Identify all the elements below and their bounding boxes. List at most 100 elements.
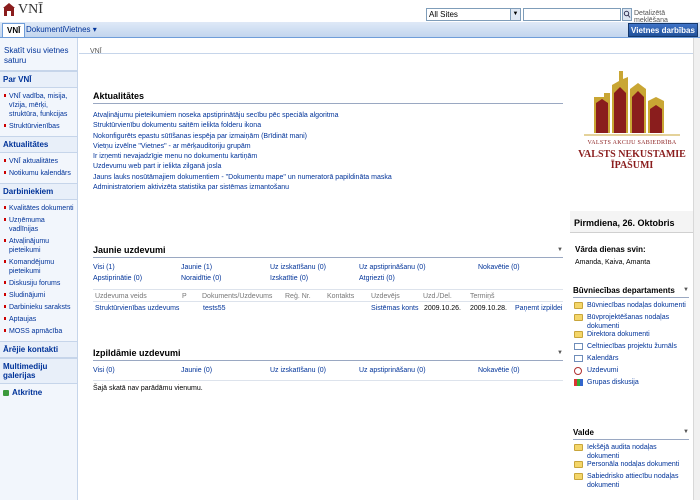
- chevron-down-icon[interactable]: ▼: [510, 9, 520, 20]
- list-item[interactable]: Jauns lauks nosūtāmajiem dokumentiem - "…: [93, 173, 563, 183]
- filter-review[interactable]: Uz izskatīšanu (0): [270, 264, 326, 271]
- list-item[interactable]: Uzdevumi: [573, 367, 689, 379]
- task-filters-row: Visi (1) Jaunie (1) Uz izskatīšanu (0) U…: [93, 264, 563, 275]
- nav-heading-media[interactable]: Multimediju galerijas: [0, 358, 77, 384]
- col-header[interactable]: Uzd./Del.: [423, 293, 452, 300]
- filter-review[interactable]: Uz izskatīšanu (0): [270, 367, 326, 374]
- department-links-title[interactable]: Būvniecības departaments ▼: [573, 286, 689, 298]
- nav-heading-about[interactable]: Par VNĪ: [0, 71, 77, 88]
- nav-item-trip-requests[interactable]: Komandējumu pieteikumi: [0, 257, 77, 278]
- new-tasks-title[interactable]: Jaunie uzdevumi ▼: [93, 245, 563, 258]
- folder-icon: [574, 314, 583, 321]
- department-links-webpart: Būvniecības departaments ▼ Būvniecības n…: [573, 286, 689, 391]
- view-all-content-link[interactable]: Skatīt visu vietnes saturu: [0, 38, 77, 71]
- list-item[interactable]: Celtniecības projektu žurnāls: [573, 343, 689, 355]
- list-item[interactable]: Direktora dokumenti: [573, 331, 689, 343]
- filter-rejected[interactable]: Noraidītie (0): [181, 275, 221, 282]
- task-type[interactable]: Struktūrvienības uzdevums: [95, 305, 179, 312]
- recycle-bin-link[interactable]: Atkritne: [0, 384, 77, 401]
- list-item-label: Kalendārs: [587, 355, 619, 362]
- list-item-label: Iekšējā audita nodaļas dokumenti: [587, 444, 657, 460]
- nav-item-vacation-requests[interactable]: Atvaļinājumu pieteikumi: [0, 236, 77, 257]
- filter-approved[interactable]: Apstiprinātie (0): [93, 275, 142, 282]
- list-item[interactable]: Atvaļinājumu pieteikumiem noseka apstipr…: [93, 111, 563, 121]
- recycle-bin-icon: [3, 390, 9, 396]
- company-name: VALSTS NEKUSTAMIE ĪPAŠUMI: [578, 149, 686, 171]
- nav-item-units[interactable]: Struktūrvienības: [0, 121, 77, 133]
- tab-sites[interactable]: Vietnes ▾: [60, 23, 101, 37]
- new-tasks-title-text: Jaunie uzdevumi: [93, 245, 166, 255]
- list-item[interactable]: Nokonfigurēts epastu sūtīšanas iespēja p…: [93, 132, 563, 142]
- nav-item-guidelines[interactable]: Uzņēmuma vadlīnijas: [0, 215, 77, 236]
- col-header[interactable]: Dokuments/Uzdevums: [202, 293, 272, 300]
- company-logo: VALSTS AKCIJU SABIEDRĪBA VALSTS NEKUSTAM…: [574, 63, 690, 188]
- col-header[interactable]: Kontakts: [327, 293, 354, 300]
- list-item[interactable]: Administratoriem aktivizēta statistika p…: [93, 183, 563, 193]
- search-input[interactable]: [523, 8, 621, 21]
- filter-reviewed[interactable]: Izskatītie (0): [270, 275, 308, 282]
- nav-item-label: Notikumu kalendārs: [9, 170, 71, 177]
- filter-overdue[interactable]: Nokavētie (0): [478, 367, 520, 374]
- webpart-menu-icon[interactable]: ▼: [683, 287, 689, 293]
- nav-heading-employees[interactable]: Darbiniekiem: [0, 183, 77, 200]
- list-item[interactable]: Grupas diskusija: [573, 379, 689, 391]
- filter-new[interactable]: Jaunie (1): [181, 264, 212, 271]
- nav-heading-contacts[interactable]: Ārējie kontakti: [0, 341, 77, 358]
- board-links-title[interactable]: Valde ▼: [573, 428, 689, 440]
- clock-icon: [574, 367, 582, 375]
- filter-overdue[interactable]: Nokavētie (0): [478, 264, 520, 271]
- date-box: Pirmdiena, 26. Oktobris: [570, 211, 694, 233]
- nav-item-staff-list[interactable]: Darbinieku saraksts: [0, 302, 77, 314]
- nav-item-moss-training[interactable]: MOSS apmācība: [0, 326, 77, 338]
- search-icon: [623, 10, 631, 18]
- list-item[interactable]: Būvprojektēšanas nodaļas dokumenti: [573, 314, 689, 331]
- nav-heading-news[interactable]: Aktualitātes: [0, 136, 77, 153]
- nav-item-events-calendar[interactable]: Notikumu kalendārs: [0, 168, 77, 180]
- list-item[interactable]: Uzdevumu web part ir ielikta zilganā jos…: [93, 162, 563, 172]
- col-header[interactable]: Uzdevuma veids: [95, 293, 147, 300]
- take-task-link[interactable]: Paņemt izpildei: [515, 305, 562, 312]
- nav-item-vni-news[interactable]: VNĪ aktualitātes: [0, 156, 77, 168]
- vertical-scrollbar[interactable]: [693, 38, 700, 500]
- announcements-title[interactable]: Aktualitātes: [93, 91, 563, 104]
- task-document[interactable]: tests55: [203, 305, 226, 312]
- task-assigner[interactable]: Sistēmas konts: [371, 305, 418, 312]
- nav-item-management[interactable]: VNĪ vadība, misija, vīzija, mērķi, struk…: [0, 91, 77, 121]
- list-item[interactable]: Kalendārs: [573, 355, 689, 367]
- list-item[interactable]: Personāla nodaļas dokumenti: [573, 461, 689, 473]
- list-item[interactable]: Ir izņemti nevajadzīgie menu no dokument…: [93, 152, 563, 162]
- webpart-menu-icon[interactable]: ▼: [557, 350, 563, 356]
- company-tagline: VALSTS AKCIJU SABIEDRĪBA: [587, 140, 677, 146]
- filter-all[interactable]: Visi (1): [93, 264, 115, 271]
- list-item[interactable]: Struktūrvienību dokumentu saitēm ielikta…: [93, 121, 563, 131]
- filter-approve[interactable]: Uz apstiprināšanu (0): [359, 367, 426, 374]
- list-item[interactable]: Būvniecības nodaļas dokumenti: [573, 302, 689, 314]
- list-item[interactable]: Vietņu izvēlne "Vietnes" - ar mērķaudito…: [93, 142, 563, 152]
- webpart-menu-icon[interactable]: ▼: [557, 247, 563, 253]
- filter-approve[interactable]: Uz apstiprināšanu (0): [359, 264, 426, 271]
- col-header[interactable]: Termiņš: [470, 293, 495, 300]
- list-item[interactable]: Sabiedrisko attiecību nodaļas dokumenti: [573, 473, 689, 490]
- nav-item-ads[interactable]: Sludinājumi: [0, 290, 77, 302]
- nav-item-forum[interactable]: Diskusiju forums: [0, 278, 77, 290]
- department-links-title-text: Būvniecības departaments: [573, 286, 675, 295]
- empty-message: Šajā skatā nav parādāmu vienumu.: [93, 385, 203, 392]
- search-scope-select[interactable]: All Sites ▼: [426, 8, 521, 21]
- filter-all[interactable]: Visi (0): [93, 367, 115, 374]
- search-button[interactable]: [622, 8, 632, 21]
- col-header[interactable]: P: [182, 293, 187, 300]
- nav-item-quality-docs[interactable]: Kvalitātes dokumenti: [0, 203, 77, 215]
- site-actions-button[interactable]: Vietnes darbības ▾: [628, 23, 698, 49]
- table-row[interactable]: Struktūrvienības uzdevums tests55 Sistēm…: [93, 302, 563, 315]
- assigned-tasks-title[interactable]: Izpildāmie uzdevumi ▼: [93, 348, 563, 361]
- col-header[interactable]: Reģ. Nr.: [285, 293, 311, 300]
- webpart-menu-icon[interactable]: ▼: [683, 429, 689, 435]
- list-item-label: Būvprojektēšanas nodaļas dokumenti: [587, 314, 670, 330]
- list-item[interactable]: Iekšējā audita nodaļas dokumenti: [573, 444, 689, 461]
- nav-item-label: Komandējumu pieteikumi: [9, 259, 55, 275]
- filter-returned[interactable]: Atgriezti (0): [359, 275, 395, 282]
- nav-item-surveys[interactable]: Aptaujas: [0, 314, 77, 326]
- filter-new[interactable]: Jaunie (0): [181, 367, 212, 374]
- site-title[interactable]: VNĪ: [18, 2, 43, 18]
- col-header[interactable]: Uzdevējs: [371, 293, 400, 300]
